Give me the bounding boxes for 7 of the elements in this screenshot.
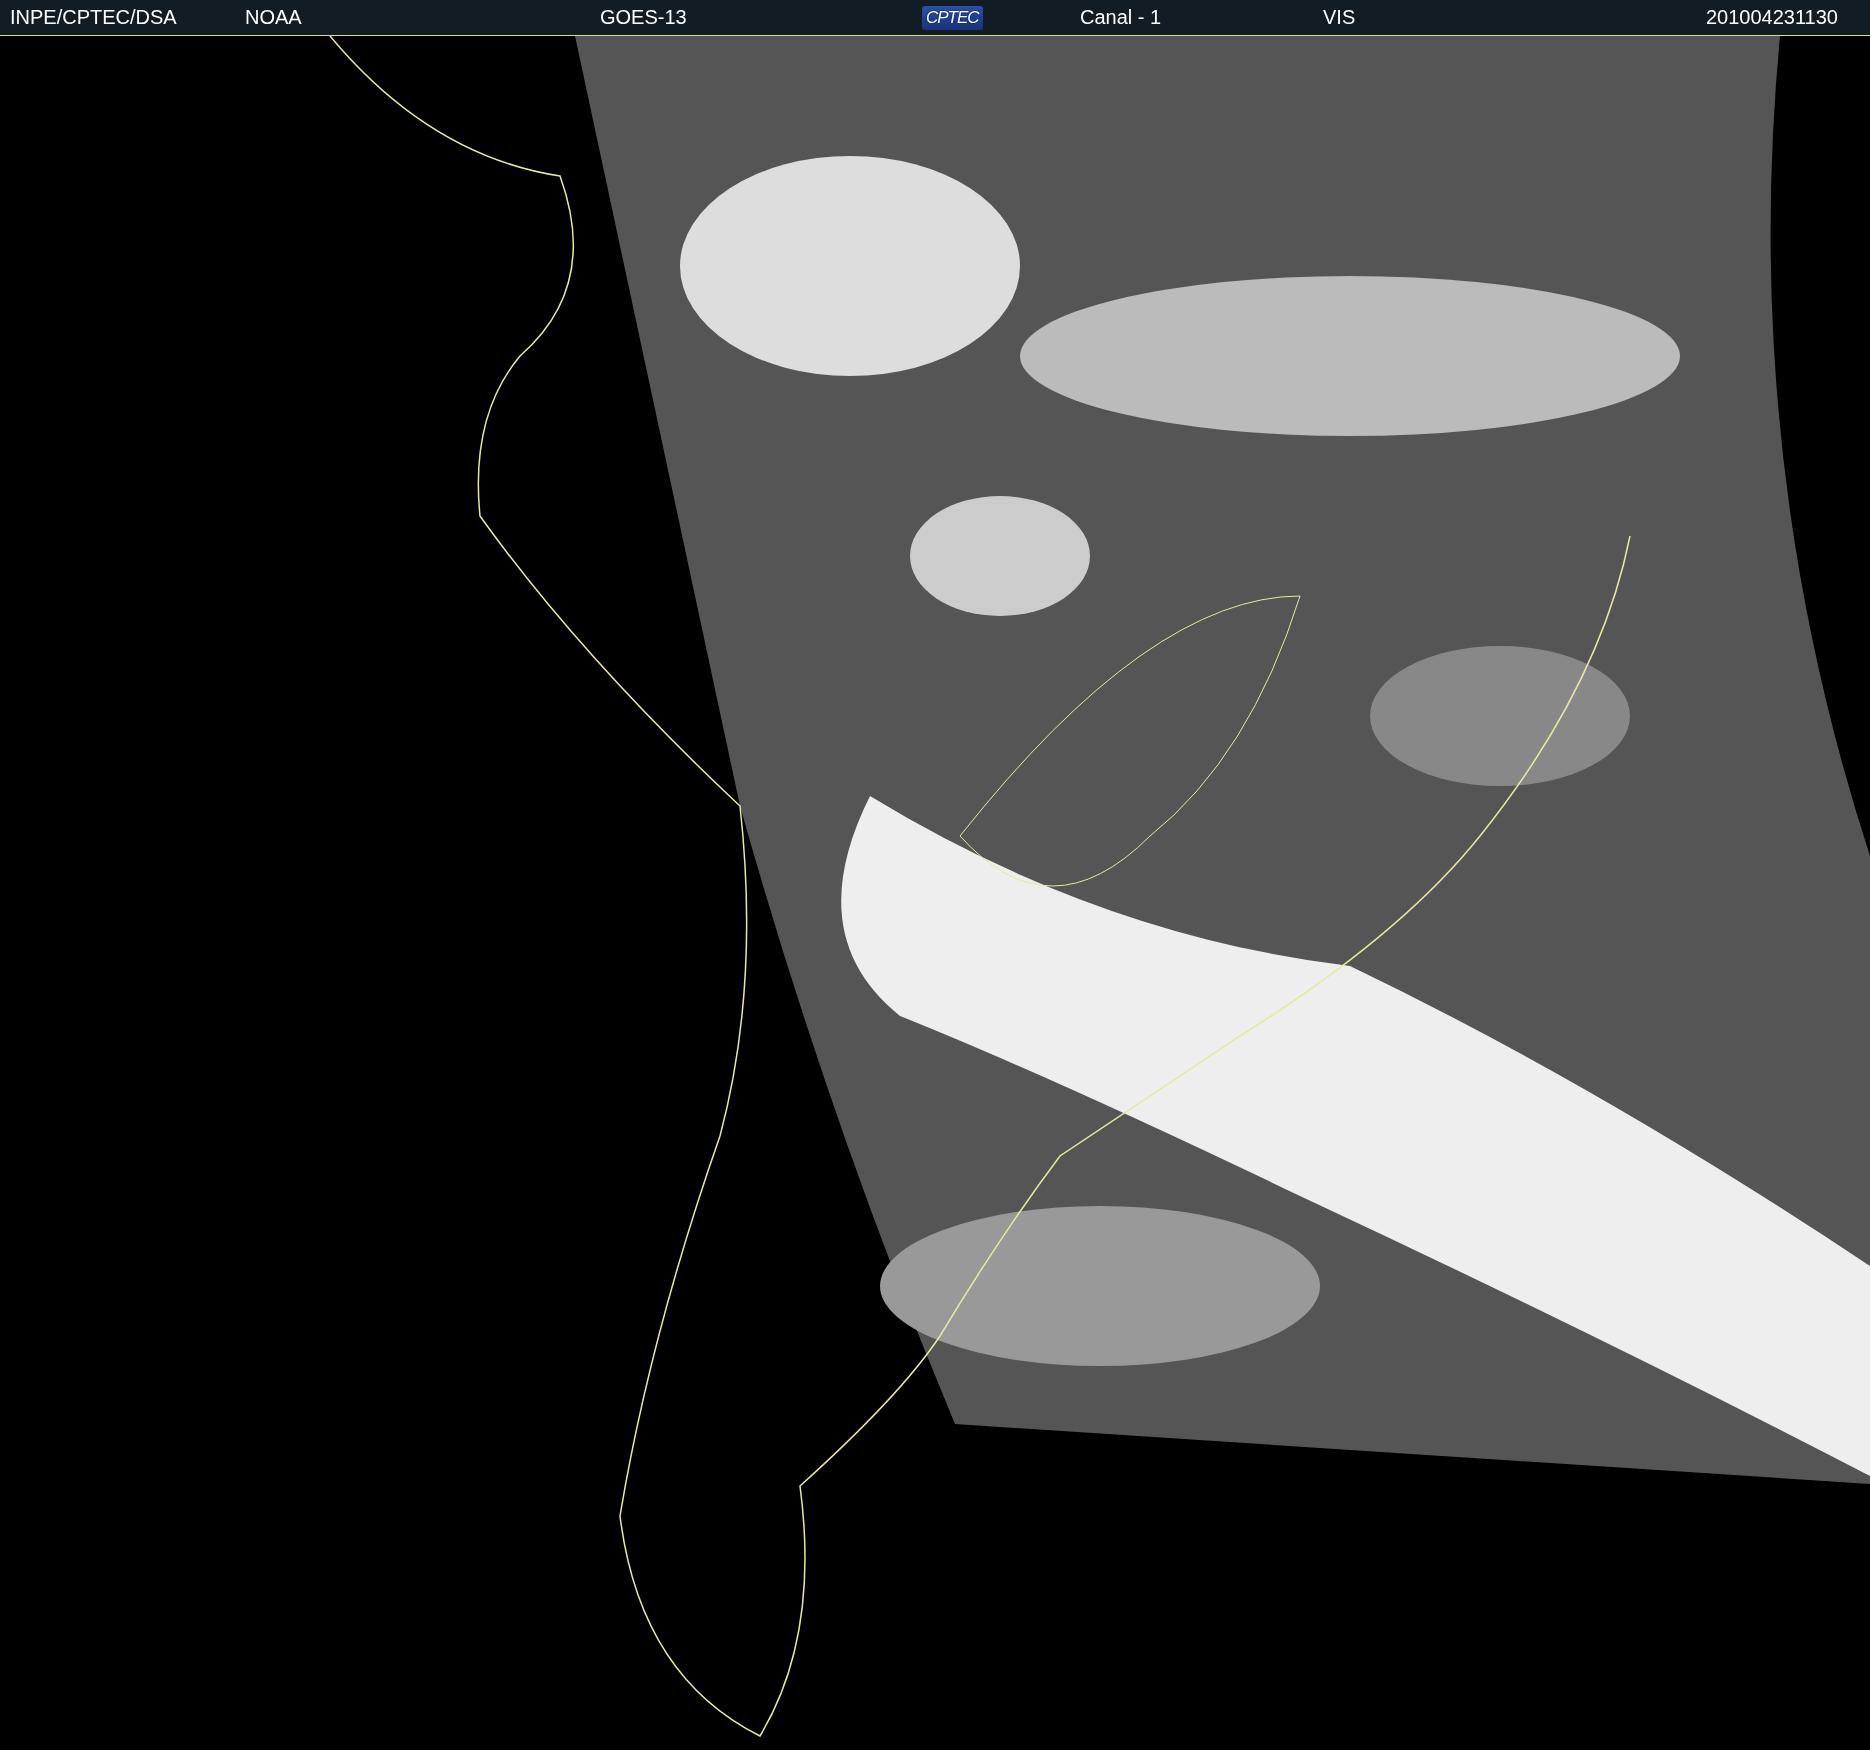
header-label: GOES-13 [600, 6, 687, 29]
logo: CPTEC [922, 5, 983, 30]
header-label: 201004231130 [1706, 6, 1838, 29]
header-label: Canal - 1 [1080, 6, 1162, 29]
header-label: VIS [1323, 6, 1356, 29]
header-label: INPE/CPTEC/DSA [10, 6, 177, 29]
header-label: NOAA [245, 6, 302, 29]
